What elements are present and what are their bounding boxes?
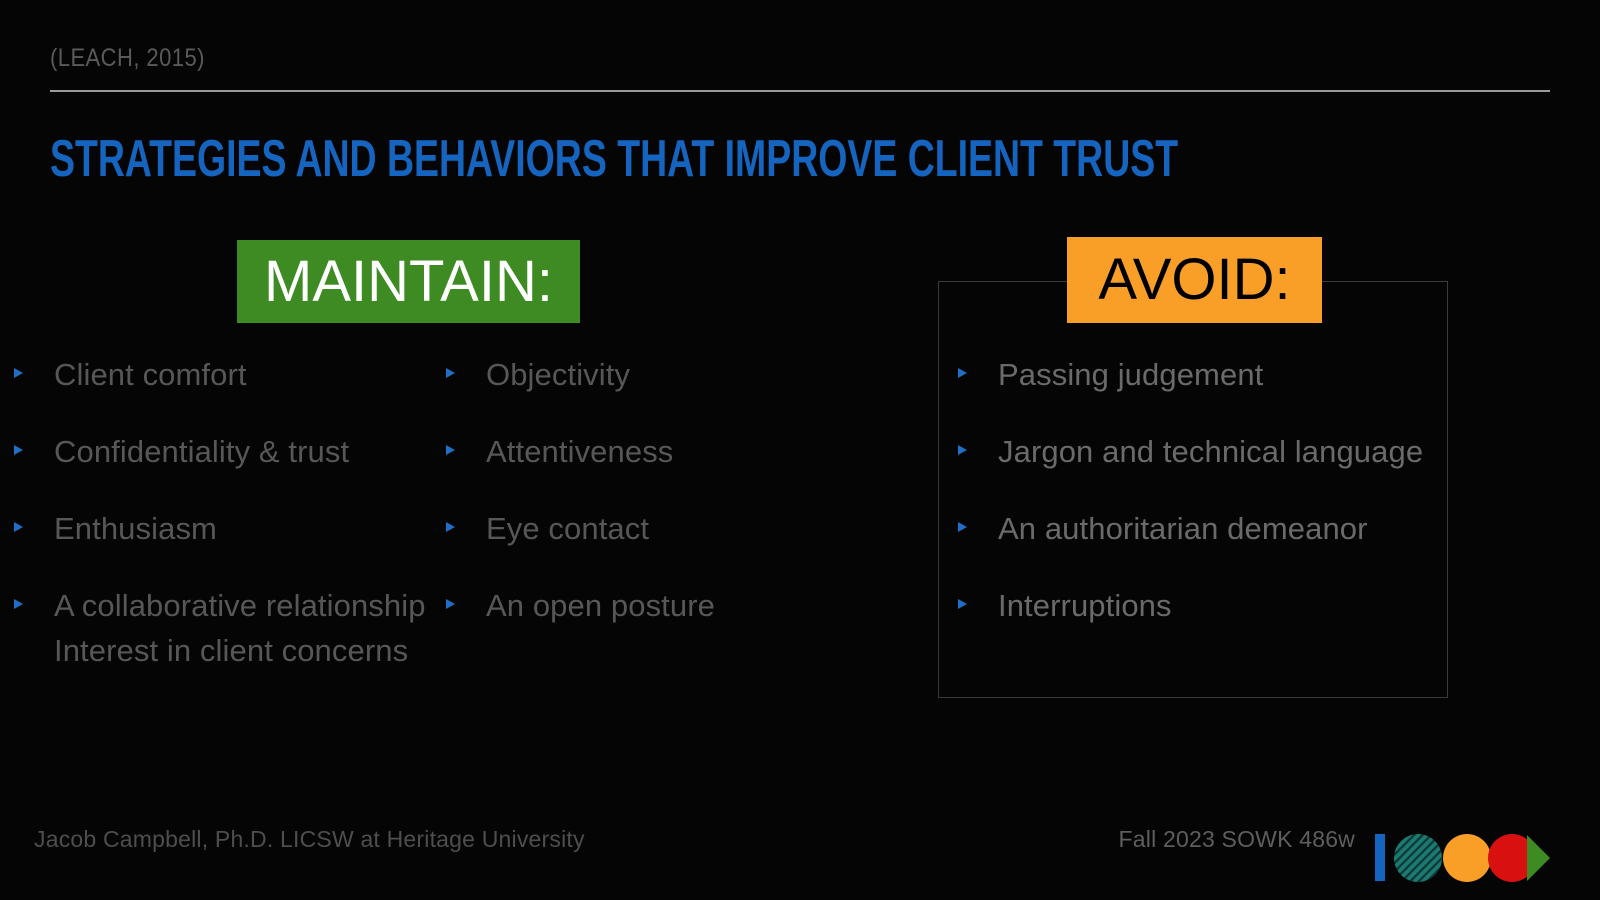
list-item-label: Attentiveness (486, 434, 674, 469)
list-item-label: Client comfort (54, 357, 247, 392)
list-item: Eye contact (446, 506, 846, 551)
citation-label: (LEACH, 2015) (50, 44, 205, 72)
maintain-heading-chip: MAINTAIN: (237, 240, 580, 323)
logo-orange-circle (1443, 834, 1491, 882)
header-divider (50, 90, 1550, 92)
avoid-list: Passing judgement Jargon and technical l… (958, 352, 1478, 660)
list-item: An open posture (446, 583, 846, 628)
list-item: A collaborative relationship Interest in… (14, 583, 434, 673)
list-item: Confidentiality & trust (14, 429, 434, 474)
heritage-university-logo (1375, 834, 1550, 882)
logo-bar (1375, 834, 1385, 881)
maintain-list-column-two: Objectivity Attentiveness Eye contact An… (446, 352, 846, 660)
bullet-triangle-icon (446, 368, 455, 379)
avoid-heading-label: AVOID: (1098, 247, 1291, 312)
maintain-list-column-one: Client comfort Confidentiality & trust E… (14, 352, 434, 705)
bullet-triangle-icon (14, 522, 23, 533)
bullet-triangle-icon (14, 445, 23, 456)
list-item-label: Jargon and technical language (998, 434, 1424, 469)
list-item-label: Eye contact (486, 511, 650, 546)
maintain-heading-label: MAINTAIN: (264, 248, 553, 314)
logo-green-triangle (1527, 835, 1550, 881)
footer-course: Fall 2023 SOWK 486w (1118, 826, 1355, 852)
bullet-triangle-icon (958, 445, 967, 456)
list-item-label: Confidentiality & trust (54, 434, 350, 469)
list-item-label: Enthusiasm (54, 511, 217, 546)
bullet-triangle-icon (14, 368, 23, 379)
list-item: An authoritarian demeanor (958, 506, 1478, 551)
bullet-triangle-icon (958, 522, 967, 533)
list-item-label: Passing judgement (998, 357, 1264, 392)
list-item: Attentiveness (446, 429, 846, 474)
logo-striped-circle (1394, 834, 1442, 882)
list-item: Client comfort (14, 352, 434, 397)
list-item: Interruptions (958, 583, 1478, 628)
list-item: Enthusiasm (14, 506, 434, 551)
footer-author: Jacob Campbell, Ph.D. LICSW at Heritage … (34, 826, 585, 852)
slide-canvas: (LEACH, 2015) STRATEGIES AND BEHAVIORS T… (0, 0, 1600, 900)
bullet-triangle-icon (958, 368, 967, 379)
list-item: Passing judgement (958, 352, 1478, 397)
bullet-triangle-icon (446, 599, 455, 610)
bullet-triangle-icon (958, 599, 967, 610)
list-item-label: An authoritarian demeanor (998, 511, 1368, 546)
list-item: Jargon and technical language (958, 429, 1478, 474)
bullet-triangle-icon (446, 522, 455, 533)
list-item-label: An open posture (486, 588, 716, 623)
avoid-heading-chip: AVOID: (1067, 237, 1322, 323)
bullet-triangle-icon (446, 445, 455, 456)
list-item: Objectivity (446, 352, 846, 397)
page-title: STRATEGIES AND BEHAVIORS THAT IMPROVE CL… (50, 130, 1179, 188)
list-item-label: Objectivity (486, 357, 631, 392)
bullet-triangle-icon (14, 599, 23, 610)
list-item-label: A collaborative relationship Interest in… (54, 588, 426, 668)
list-item-label: Interruptions (998, 588, 1172, 623)
